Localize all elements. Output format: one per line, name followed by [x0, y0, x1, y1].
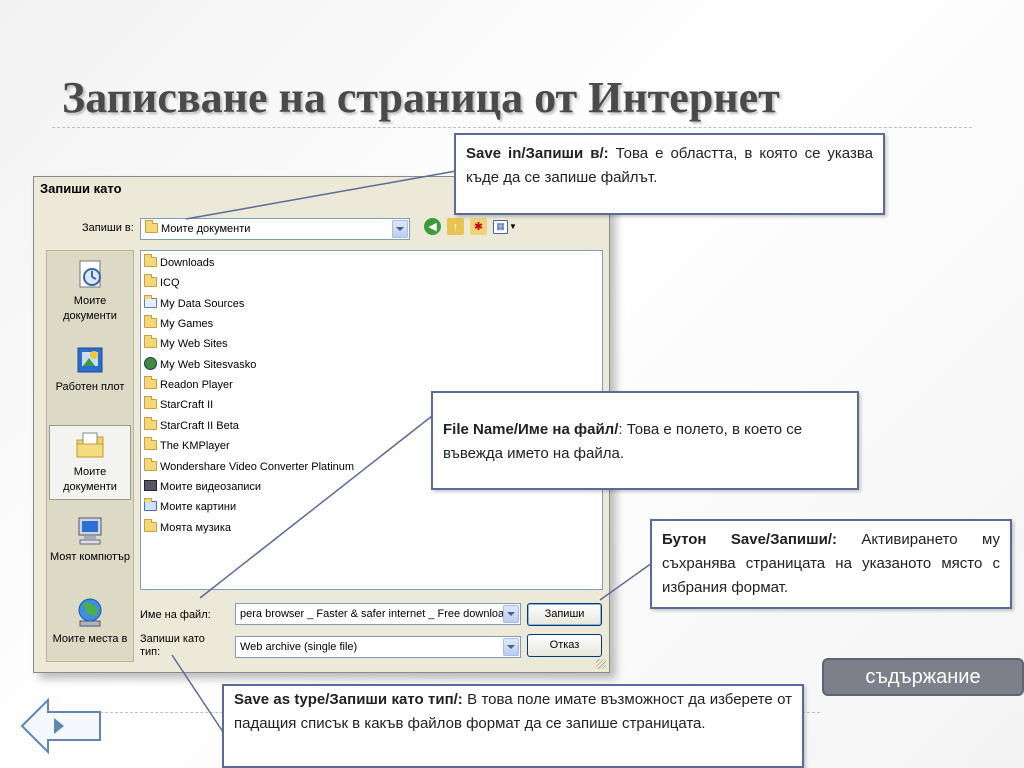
save-button[interactable]: Запиши: [527, 603, 602, 626]
cancel-button[interactable]: Отказ: [527, 634, 602, 657]
list-item[interactable]: Моята музика: [144, 519, 231, 535]
place-desktop[interactable]: Работен плот: [49, 345, 131, 395]
views-menu-icon[interactable]: ▦: [493, 219, 508, 234]
my-computer-icon: [74, 515, 106, 547]
callout-save-in: Save in/Запиши в/: Това е областта, в ко…: [454, 133, 885, 215]
network-places-icon: [74, 597, 106, 629]
desktop-icon: [74, 345, 106, 377]
file-name: Downloads: [160, 257, 215, 269]
back-icon[interactable]: ◀: [424, 218, 441, 235]
back-arrow-icon[interactable]: [20, 698, 102, 754]
file-name: Wondershare Video Converter Platinum: [160, 461, 355, 473]
slide-title: Записване на страница от Интернет: [62, 73, 780, 122]
list-item[interactable]: My Games: [144, 315, 214, 331]
list-item[interactable]: The KMPlayer: [144, 437, 230, 453]
list-item[interactable]: Wondershare Video Converter Platinum: [144, 458, 355, 474]
place-label: Моите документи: [63, 466, 117, 493]
file-name: My Data Sources: [160, 298, 245, 310]
filename-input[interactable]: pera browser _ Faster & safer internet _…: [235, 603, 521, 625]
callout-file-name: File Name/Име на файл/: Това е полето, в…: [431, 391, 859, 490]
folder-icon: [144, 315, 157, 328]
title-divider: [52, 127, 972, 128]
save-in-dropdown[interactable]: Моите документи: [140, 218, 410, 240]
dialog-toolbar: ◀ ↑ ✱ ▦ ▼: [424, 218, 517, 235]
folder-icon: [144, 376, 157, 389]
folder-icon: [144, 254, 157, 267]
filename-value: pera browser _ Faster & safer internet _…: [240, 608, 511, 620]
contents-button[interactable]: съдържание: [822, 658, 1024, 696]
list-item[interactable]: Моите картини: [144, 498, 237, 514]
chevron-down-icon[interactable]: [503, 605, 519, 623]
my-documents-folder-icon: [74, 430, 106, 462]
folder-icon: [144, 417, 157, 430]
new-folder-icon[interactable]: ✱: [470, 218, 487, 235]
savetype-label: Запиши като тип:: [140, 633, 205, 658]
callout-file-name-title: File Name/Име на файл/: [443, 421, 619, 438]
callout-save-in-title: Save in/Запиши в/:: [466, 145, 609, 162]
list-item[interactable]: My Web Sites: [144, 335, 228, 351]
views-dropdown-icon[interactable]: ▼: [509, 222, 517, 231]
file-name: The KMPlayer: [160, 440, 230, 452]
list-item[interactable]: Downloads: [144, 254, 215, 270]
up-folder-icon[interactable]: ↑: [447, 218, 464, 235]
list-item[interactable]: ICQ: [144, 274, 180, 290]
list-item[interactable]: Моите видеозаписи: [144, 480, 261, 494]
place-my-documents[interactable]: Моите документи: [49, 259, 131, 324]
resize-grip[interactable]: [596, 659, 606, 669]
chevron-down-icon[interactable]: [503, 638, 519, 656]
chevron-down-icon[interactable]: [392, 220, 408, 238]
callout-save-button: Бутон Save/Запиши/: Активирането му съхр…: [650, 519, 1012, 609]
callout-save-type-title: Save as type/Запиши като тип/:: [234, 691, 463, 708]
folder-icon: [145, 220, 158, 233]
file-name: My Games: [160, 318, 214, 330]
savetype-dropdown[interactable]: Web archive (single file): [235, 636, 521, 658]
list-item[interactable]: StarCraft II Beta: [144, 417, 239, 433]
callout-save-type: Save as type/Запиши като тип/: В това по…: [222, 684, 804, 768]
file-name: Моите картини: [160, 501, 237, 513]
file-name: StarCraft II: [160, 399, 214, 411]
folder-icon: [144, 396, 157, 409]
place-network[interactable]: Моите места в: [49, 597, 131, 647]
place-my-documents-selected[interactable]: Моите документи: [49, 425, 131, 500]
places-bar: Моите документи Работен плот Моите докум…: [46, 250, 134, 662]
place-label: Моите документи: [63, 295, 117, 322]
list-item[interactable]: My Web Sitesvasko: [144, 357, 256, 372]
file-name: Моите видеозаписи: [160, 481, 262, 493]
web-folder-icon: [144, 357, 157, 370]
data-folder-icon: [144, 295, 157, 308]
my-documents-icon: [74, 259, 106, 291]
place-label: Работен плот: [55, 381, 125, 393]
place-label: Моите места в: [52, 633, 128, 645]
callout-save-button-title: Бутон Save/Запиши/:: [662, 531, 837, 548]
list-item[interactable]: StarCraft II: [144, 396, 214, 412]
place-my-computer[interactable]: Моят компютър: [49, 515, 131, 565]
save-in-value: Моите документи: [161, 223, 251, 235]
list-item[interactable]: Readon Player: [144, 376, 233, 392]
save-in-label: Запиши в:: [82, 222, 134, 234]
list-item[interactable]: My Data Sources: [144, 295, 245, 311]
file-name: My Web Sites: [160, 338, 228, 350]
folder-icon: [144, 458, 157, 471]
music-folder-icon: [144, 519, 157, 532]
folder-icon: [144, 335, 157, 348]
folder-icon: [144, 437, 157, 450]
video-folder-icon: [144, 480, 157, 491]
file-name: ICQ: [160, 277, 180, 289]
folder-icon: [144, 274, 157, 287]
file-name: My Web Sitesvasko: [160, 359, 257, 371]
filename-label: Име на файл:: [140, 609, 211, 621]
file-name: Моята музика: [160, 522, 231, 534]
savetype-value: Web archive (single file): [240, 641, 358, 653]
place-label: Моят компютър: [49, 551, 131, 563]
file-name: Readon Player: [160, 379, 233, 391]
file-name: StarCraft II Beta: [160, 420, 239, 432]
pictures-folder-icon: [144, 498, 157, 511]
